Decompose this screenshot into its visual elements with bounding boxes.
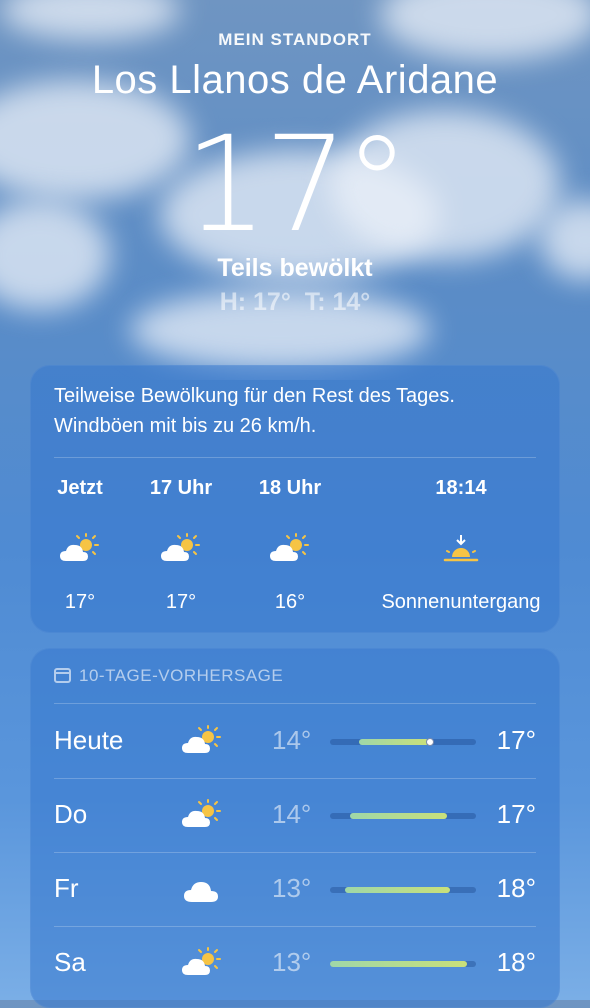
- hour-item: 17 Uhr 17°: [141, 477, 221, 614]
- hourly-forecast-card[interactable]: Teilweise Bewölkung für den Rest des Tag…: [30, 365, 560, 633]
- partly-cloudy-icon: [250, 533, 330, 567]
- forecast-row[interactable]: Sa 13° 18°: [54, 927, 536, 1001]
- hour-label: 17 Uhr: [149, 477, 213, 499]
- forecast-low: 14°: [272, 799, 312, 829]
- forecast-high: 18°: [496, 947, 536, 977]
- hour-label: 18 Uhr: [258, 477, 322, 499]
- partly-cloudy-icon: [180, 947, 224, 986]
- hour-temp: 16°: [274, 591, 306, 613]
- forecast-high: 18°: [496, 873, 536, 903]
- range-fill: [350, 813, 447, 819]
- hour-item: Jetzt 17°: [40, 477, 120, 614]
- partly-cloudy-icon: [40, 533, 120, 567]
- hour-item: 18:14 Sonnenuntergang: [366, 477, 556, 614]
- sunset-icon: [366, 533, 556, 567]
- forecast-low: 14°: [272, 725, 312, 755]
- temperature-range-bar: [330, 961, 476, 967]
- current-temperature: 17°: [184, 108, 410, 262]
- city-name: Los Llanos de Aridane: [91, 58, 499, 102]
- current-temp-dot: [426, 738, 435, 746]
- temperature-range-bar: [330, 887, 476, 893]
- hour-item: 18 Uhr 16°: [250, 477, 330, 614]
- forecast-day: Do: [54, 799, 88, 829]
- cloudy-icon: [180, 873, 224, 912]
- hour-temp: 17°: [64, 591, 96, 613]
- range-fill: [330, 961, 468, 967]
- hour-label: 18:14: [435, 477, 487, 499]
- forecast-day: Heute: [54, 725, 124, 755]
- range-fill: [344, 887, 450, 893]
- ten-day-forecast-card[interactable]: 10-TAGE-VORHERSAGE Heute 14° 17° Do 14° …: [30, 648, 560, 1008]
- forecast-low: 13°: [272, 873, 312, 903]
- partly-cloudy-icon: [141, 533, 221, 567]
- divider: [54, 457, 536, 458]
- hour-temp: Sonnenuntergang: [381, 591, 541, 613]
- forecast-day: Fr: [54, 873, 79, 903]
- high-low-text: H: 17° T: 14°: [219, 288, 371, 316]
- forecast-low: 13°: [272, 947, 312, 977]
- forecast-title-text: 10-TAGE-VORHERSAGE: [79, 666, 284, 685]
- forecast-high: 17°: [496, 799, 536, 829]
- condition-text: Teils bewölkt: [217, 254, 373, 282]
- summary-line: Windböen mit bis zu 26 km/h.: [54, 415, 317, 437]
- range-fill: [359, 739, 430, 745]
- forecast-row[interactable]: Do 14° 17°: [54, 779, 536, 853]
- hour-label: Jetzt: [57, 477, 103, 499]
- calendar-icon: [54, 668, 71, 683]
- temperature-range-bar: [330, 813, 476, 819]
- forecast-row[interactable]: Heute 14° 17°: [54, 705, 536, 779]
- forecast-title: 10-TAGE-VORHERSAGE: [54, 666, 283, 686]
- forecast-row[interactable]: Fr 13° 18°: [54, 853, 536, 927]
- forecast-high: 17°: [496, 725, 536, 755]
- location-label: MEIN STANDORT: [218, 30, 372, 49]
- hour-temp: 17°: [165, 591, 197, 613]
- temperature-range-bar: [330, 738, 476, 746]
- divider: [54, 703, 536, 704]
- summary-line: Teilweise Bewölkung für den Rest des Tag…: [54, 385, 455, 407]
- partly-cloudy-icon: [180, 799, 224, 838]
- forecast-day: Sa: [54, 947, 86, 977]
- partly-cloudy-icon: [180, 725, 224, 764]
- forecast-summary: Teilweise Bewölkung für den Rest des Tag…: [54, 381, 544, 441]
